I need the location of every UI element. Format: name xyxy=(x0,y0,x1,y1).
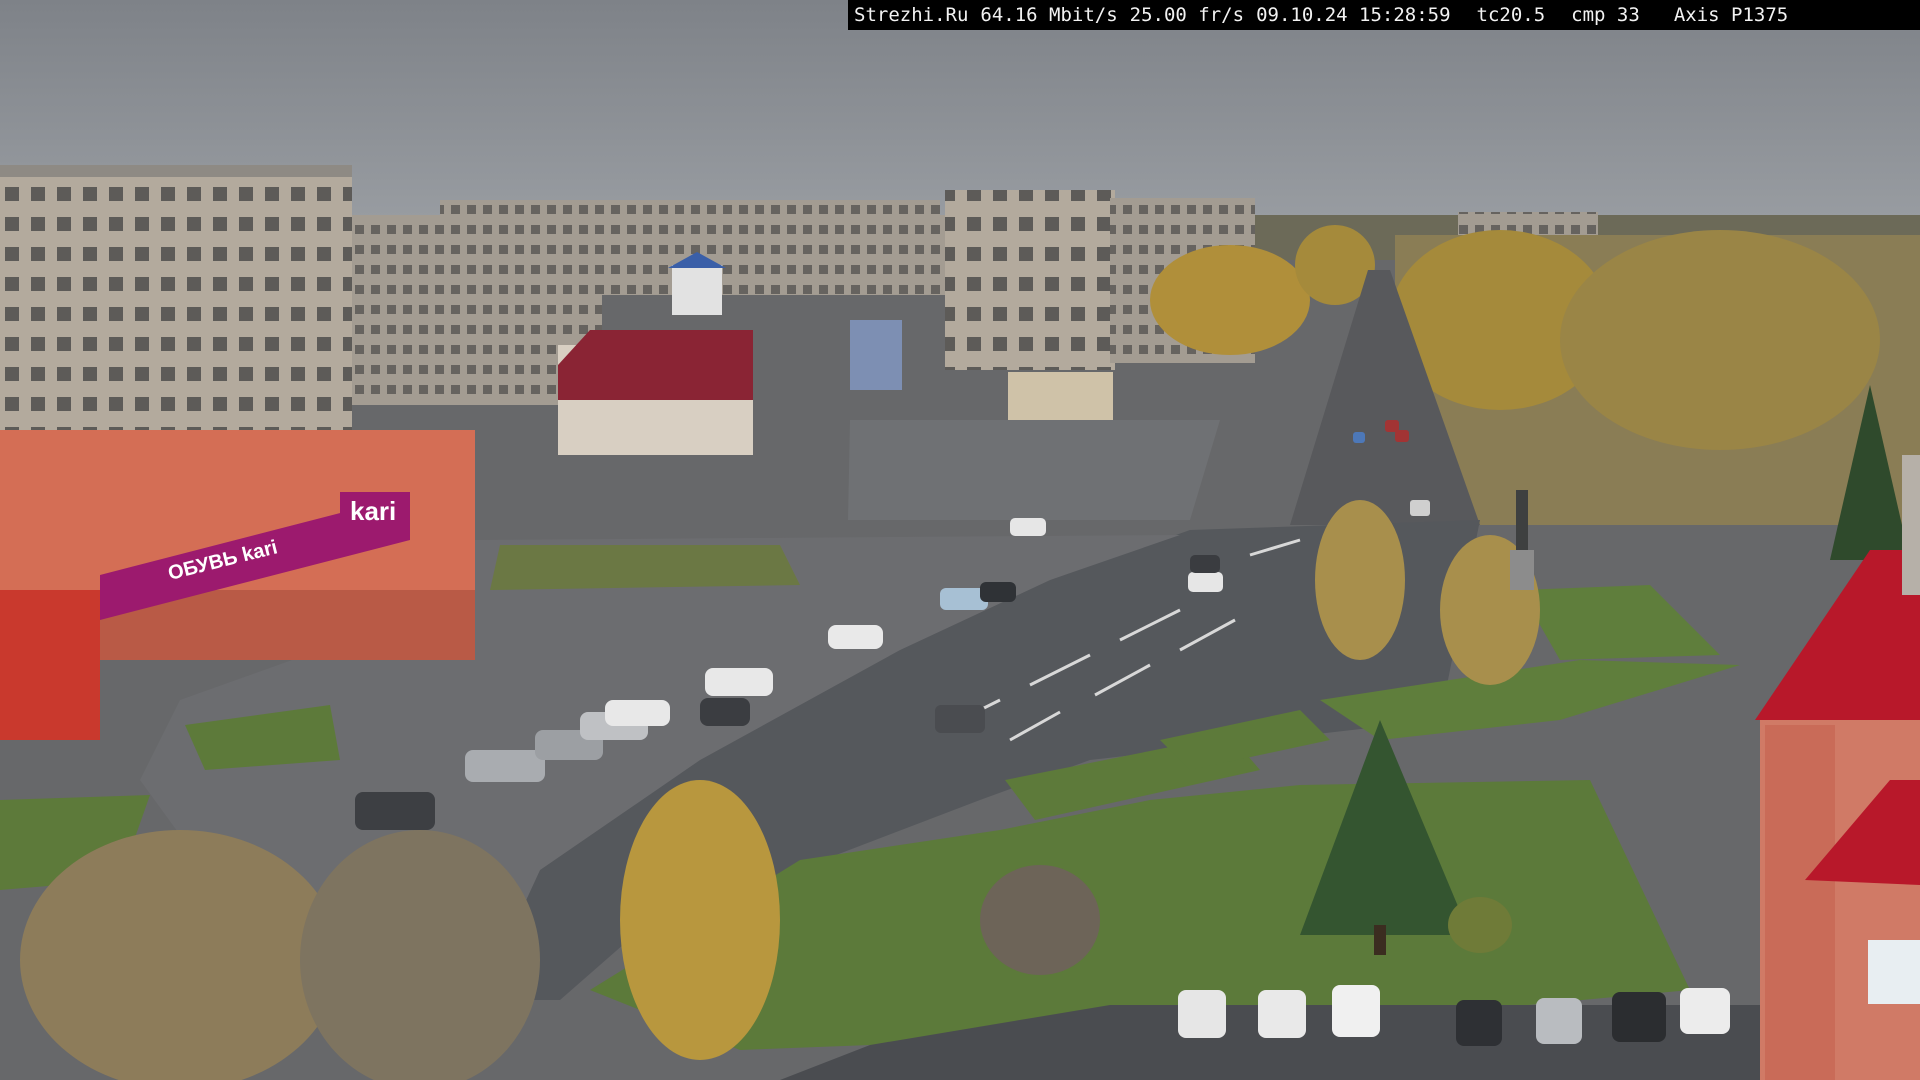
autumn-tree xyxy=(20,830,340,1080)
left-apartment-roof xyxy=(0,165,352,177)
shrub xyxy=(980,865,1100,975)
webcam-scene: kari ОБУВЬ kari xyxy=(0,0,1920,1080)
tree-cluster xyxy=(1150,245,1310,355)
grass-plaza-left xyxy=(490,545,800,590)
tree-cluster xyxy=(1560,230,1880,450)
overlay-cmp: cmp 33 xyxy=(1571,4,1640,26)
overlay-tc: tc20.5 xyxy=(1476,4,1546,26)
central-plaza xyxy=(848,420,1220,520)
central-tower-building xyxy=(945,190,1115,370)
right-wall-segment xyxy=(1902,455,1920,595)
kari-logo-text: kari xyxy=(350,496,396,526)
plaza-small-building xyxy=(1008,372,1113,420)
overlay-framerate: 25.00 fr/s xyxy=(1129,4,1245,26)
overlay-camera-model: Axis P1375 xyxy=(1673,4,1789,26)
overlay-datetime: 09.10.24 15:28:59 xyxy=(1256,4,1451,26)
autumn-tree xyxy=(300,830,540,1080)
shrub xyxy=(1448,897,1512,953)
small-blue-building xyxy=(850,320,902,390)
overlay-bandwidth: 64.16 Mbit/s xyxy=(980,4,1118,26)
monument-pedestal xyxy=(1510,550,1534,590)
overlay-site: Strezhi.Ru xyxy=(854,4,969,26)
red-roof xyxy=(558,330,753,400)
autumn-tree xyxy=(1315,500,1405,660)
autumn-tree xyxy=(620,780,780,1060)
right-red-building-tower xyxy=(1765,725,1835,1080)
camera-overlay-bar: Strezhi.Ru 64.16 Mbit/s 25.00 fr/s 09.10… xyxy=(848,0,1920,30)
right-building-window xyxy=(1868,940,1920,1004)
monument-figure xyxy=(1516,490,1528,550)
far-apartment-block xyxy=(440,200,940,240)
blue-roof-tower xyxy=(672,265,722,315)
conifer-trunk xyxy=(1374,925,1386,955)
red-corner-building xyxy=(0,590,100,740)
